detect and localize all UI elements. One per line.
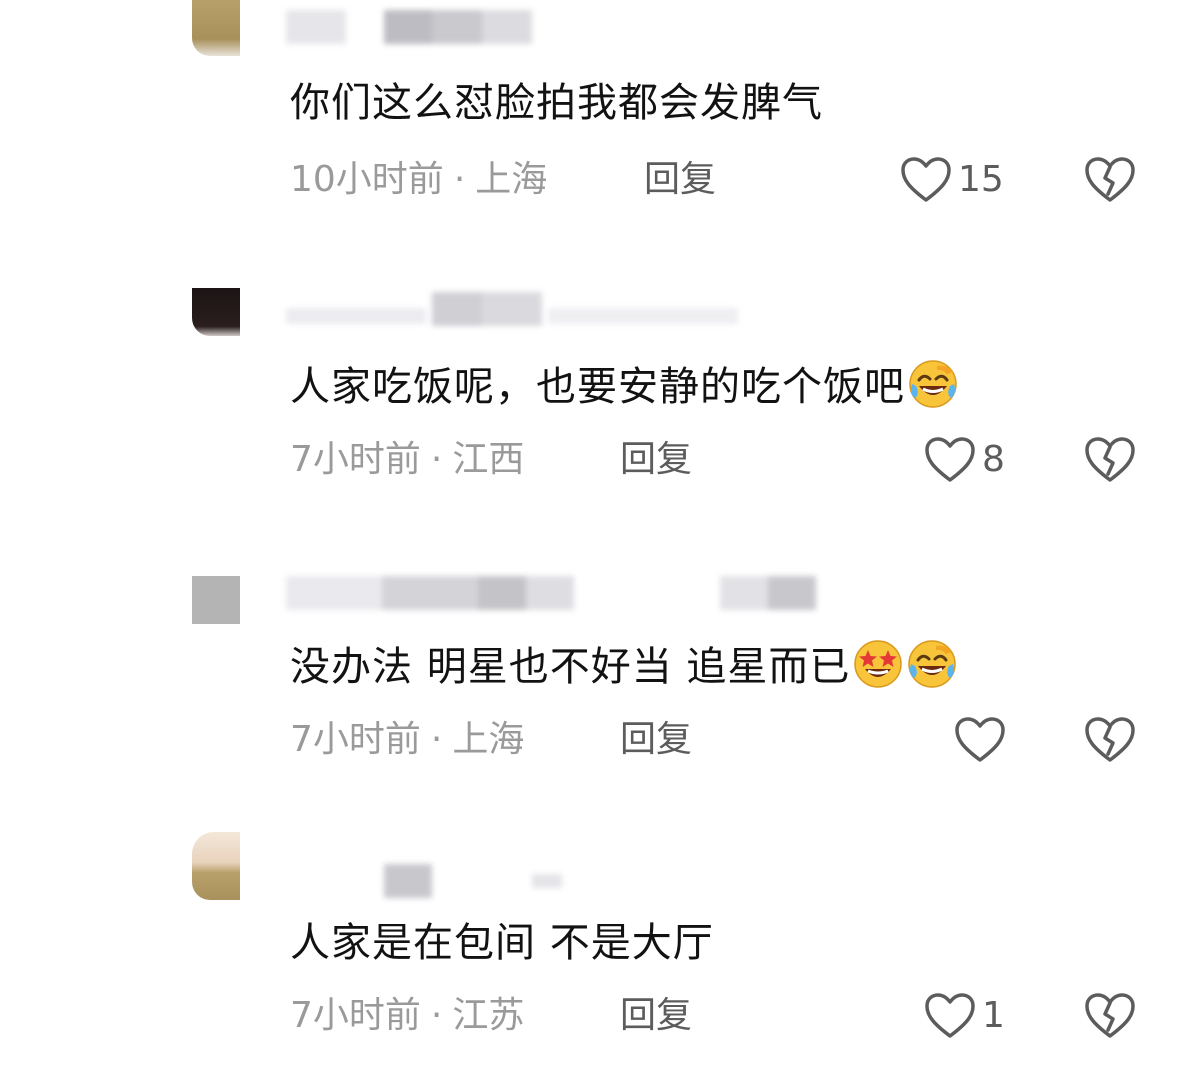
comment-meta: 7小时前 · 江西: [290, 438, 524, 482]
comment-location: 上海: [475, 159, 548, 200]
comment-text: 你们这么怼脸拍我都会发脾气: [290, 80, 823, 126]
heart-outline-icon: [955, 717, 1005, 762]
laughing-crying-face-icon: [908, 640, 957, 688]
comment-location: 上海: [452, 719, 525, 760]
reply-button[interactable]: 回复: [620, 994, 692, 1038]
comment-meta: 7小时前 · 江苏: [290, 994, 524, 1038]
star-struck-face-icon: [854, 640, 903, 688]
heart-outline-icon: [925, 993, 975, 1038]
broken-heart-icon[interactable]: [1084, 992, 1136, 1040]
meta-separator: ·: [430, 995, 443, 1036]
comment-time: 7小时前: [290, 719, 421, 760]
like-count: 1: [982, 995, 1005, 1036]
comment-meta: 7小时前 · 上海: [290, 718, 524, 762]
comment-item: 没办法 明星也不好当 追星而已 7小时前 · 上海 回复: [0, 560, 1200, 790]
like-count: 15: [958, 159, 1004, 200]
laughing-crying-face-icon: [909, 360, 957, 408]
reply-button[interactable]: 回复: [620, 438, 692, 482]
broken-heart-icon[interactable]: [1084, 716, 1136, 764]
meta-separator: ·: [453, 159, 466, 200]
comment-time: 7小时前: [290, 439, 421, 480]
comment-item: 人家吃饭呢，也要安静的吃个饭吧 7小时前 · 江西 回复 8: [0, 280, 1200, 510]
comment-time: 10小时前: [290, 159, 444, 200]
comment-text: 人家是在包间 不是大厅: [290, 920, 714, 966]
comment-item: 人家是在包间 不是大厅 7小时前 · 江苏 回复 1: [0, 830, 1200, 1076]
heart-outline-icon: [901, 157, 951, 202]
comment-text-content: 没办法 明星也不好当 追星而已: [290, 644, 851, 690]
like-button[interactable]: [954, 716, 1012, 764]
username-blurred[interactable]: [286, 576, 826, 610]
comment-text-content: 人家吃饭呢，也要安静的吃个饭吧: [290, 364, 905, 410]
avatar[interactable]: [192, 576, 240, 624]
meta-separator: ·: [430, 439, 443, 480]
like-button[interactable]: 1: [924, 992, 1005, 1040]
reply-button[interactable]: 回复: [620, 718, 692, 762]
username-blurred[interactable]: [286, 10, 536, 44]
comment-text: 没办法 明星也不好当 追星而已: [290, 638, 958, 692]
comment-location: 江西: [452, 439, 525, 480]
meta-separator: ·: [430, 719, 443, 760]
comment-meta: 10小时前 · 上海: [290, 158, 547, 202]
comment-text: 人家吃饭呢，也要安静的吃个饭吧: [290, 358, 959, 412]
like-button[interactable]: 15: [900, 156, 1004, 204]
comment-time: 7小时前: [290, 995, 421, 1036]
heart-outline-icon: [925, 437, 975, 482]
avatar[interactable]: [192, 288, 240, 336]
avatar[interactable]: [192, 0, 240, 56]
comment-item: 你们这么怼脸拍我都会发脾气 10小时前 · 上海 回复 15: [0, 0, 1200, 230]
comment-location: 江苏: [452, 995, 525, 1036]
username-blurred[interactable]: [286, 864, 586, 898]
like-button[interactable]: 8: [924, 436, 1005, 484]
like-count: 8: [982, 439, 1005, 480]
broken-heart-icon[interactable]: [1084, 156, 1136, 204]
username-blurred[interactable]: [286, 292, 746, 326]
avatar[interactable]: [192, 832, 240, 900]
broken-heart-icon[interactable]: [1084, 436, 1136, 484]
reply-button[interactable]: 回复: [644, 158, 716, 202]
